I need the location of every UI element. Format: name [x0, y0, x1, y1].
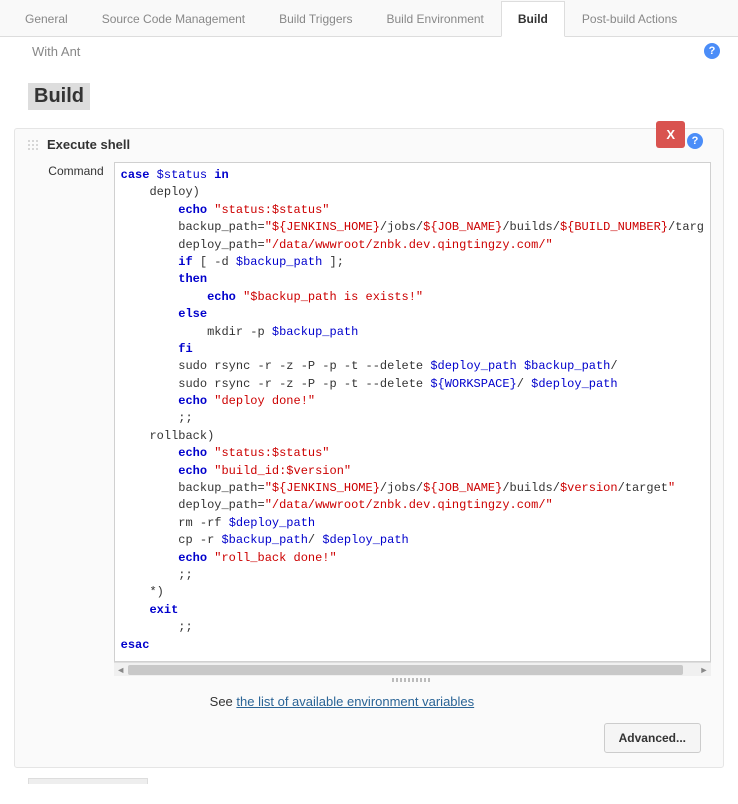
scroll-left-icon[interactable]: ◄ [114, 663, 128, 677]
with-ant-label: With Ant [32, 44, 80, 59]
tab-post[interactable]: Post-build Actions [565, 1, 694, 37]
section-title-build: Build [28, 83, 90, 110]
next-panel-stub [28, 778, 148, 784]
command-label: Command [27, 162, 104, 178]
step-title: Execute shell [47, 137, 130, 152]
delete-step-button[interactable]: X [656, 121, 685, 148]
drag-handle-icon[interactable] [27, 139, 39, 151]
help-icon[interactable]: ? [687, 133, 703, 149]
scroll-thumb[interactable] [128, 665, 683, 675]
scroll-right-icon[interactable]: ► [697, 663, 711, 677]
tab-general[interactable]: General [8, 1, 85, 37]
command-textarea[interactable]: case $status in deploy) echo "status:$st… [114, 162, 711, 662]
execute-shell-step: X ? Execute shell Command case $status i… [14, 128, 724, 768]
advanced-button[interactable]: Advanced... [604, 723, 701, 753]
resize-grip-icon[interactable] [114, 676, 711, 684]
env-vars-link[interactable]: the list of available environment variab… [236, 694, 474, 709]
help-icon[interactable]: ? [704, 43, 720, 59]
with-ant-row: With Ant ? [10, 37, 728, 65]
tab-scm[interactable]: Source Code Management [85, 1, 262, 37]
config-tabs: General Source Code Management Build Tri… [0, 0, 738, 37]
tab-env[interactable]: Build Environment [370, 1, 501, 37]
env-vars-hint: See the list of available environment va… [210, 694, 711, 709]
horizontal-scrollbar[interactable]: ◄ ► [114, 662, 711, 676]
tab-build[interactable]: Build [501, 1, 565, 37]
tab-triggers[interactable]: Build Triggers [262, 1, 369, 37]
